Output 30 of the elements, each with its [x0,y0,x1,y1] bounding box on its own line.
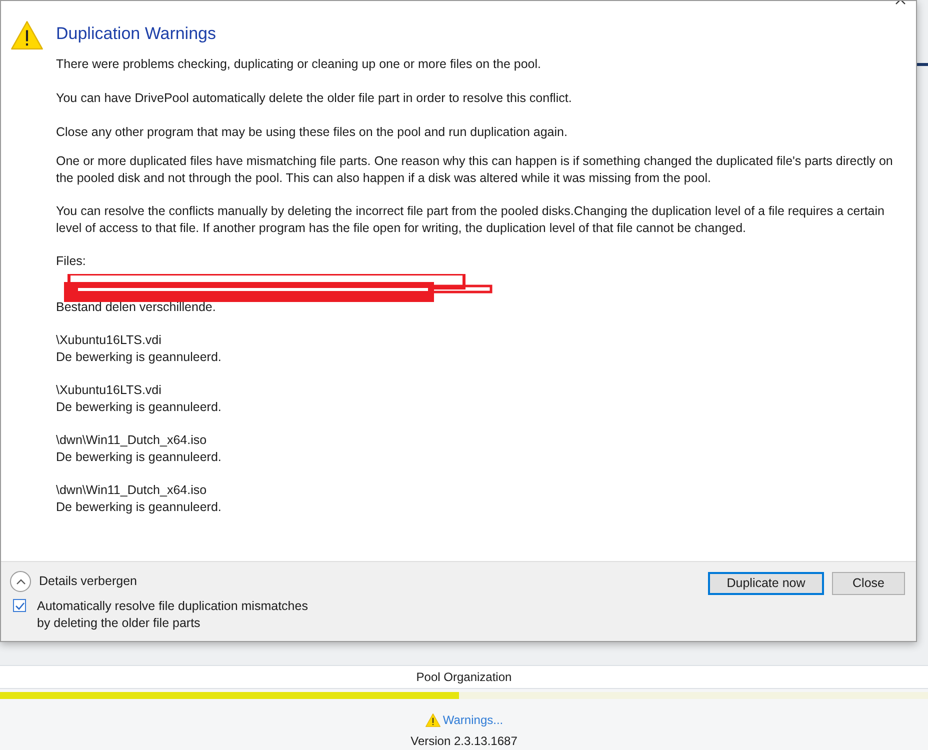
warnings-link[interactable]: Warnings... [442,711,504,729]
file-error-message: Bestand delen verschillende. [56,299,217,316]
details-toggle-label[interactable]: Details verbergen [39,572,137,591]
dialog-heading: Duplication Warnings [56,23,217,45]
checkmark-icon [14,602,24,610]
details-toggle-button[interactable] [10,571,31,592]
message-text: Close any other program that may be using these files on the pool and run duplication again. [56,124,568,141]
file-path: \Xubuntu16LTS.vdi [56,332,162,349]
message-text: You can have DrivePool automatically delete the older file part in order to resolve this conflict. [56,90,573,107]
version-text: Version 2.3.13.1687 [410,733,518,750]
auto-resolve-checkbox[interactable] [13,599,26,612]
details-text: One or more duplicated files have mismatching file parts. One reason why this can happen is if something changed the duplicated file's parts directly on the pooled disk and not through the pool. This can also happen if a disk was altered while it was missing from the pool. [56,153,894,187]
message-text: There were problems checking, duplicating or cleaning up one or more files on the pool. [56,56,542,73]
file-path: \dwn\Win11_Dutch_x64.iso [56,482,208,499]
close-icon[interactable] [894,1,906,7]
file-error-message: De bewerking is geannuleerd. [56,449,222,466]
file-path: \dwn\Win11_Dutch_x64.iso [56,432,208,449]
file-error-message: De bewerking is geannuleerd. [56,349,222,366]
files-label: Files: [56,253,87,270]
dialog-button[interactable]: Duplicate now [708,572,824,595]
warning-icon [10,20,44,51]
warning-icon [424,712,441,728]
file-path: \Xubuntu16LTS.vdi [56,382,162,399]
chevron-icon [16,578,26,584]
file-error-message: De bewerking is geannuleerd. [56,399,222,416]
details-text: You can resolve the conflicts manually by deleting the incorrect file part from the pooled disks.Changing the duplication level of a file requires a certain level of access to that file. If another program has the file open for writing, the duplication level of that file cannot be changed. [56,203,886,237]
dialog-button[interactable]: Close [832,572,905,595]
file-error-message: De bewerking is geannuleerd. [56,499,222,516]
section-header: Pool Organization [0,665,928,689]
auto-resolve-label[interactable]: Automatically resolve file duplication mismatches by deleting the older file parts [37,598,308,632]
